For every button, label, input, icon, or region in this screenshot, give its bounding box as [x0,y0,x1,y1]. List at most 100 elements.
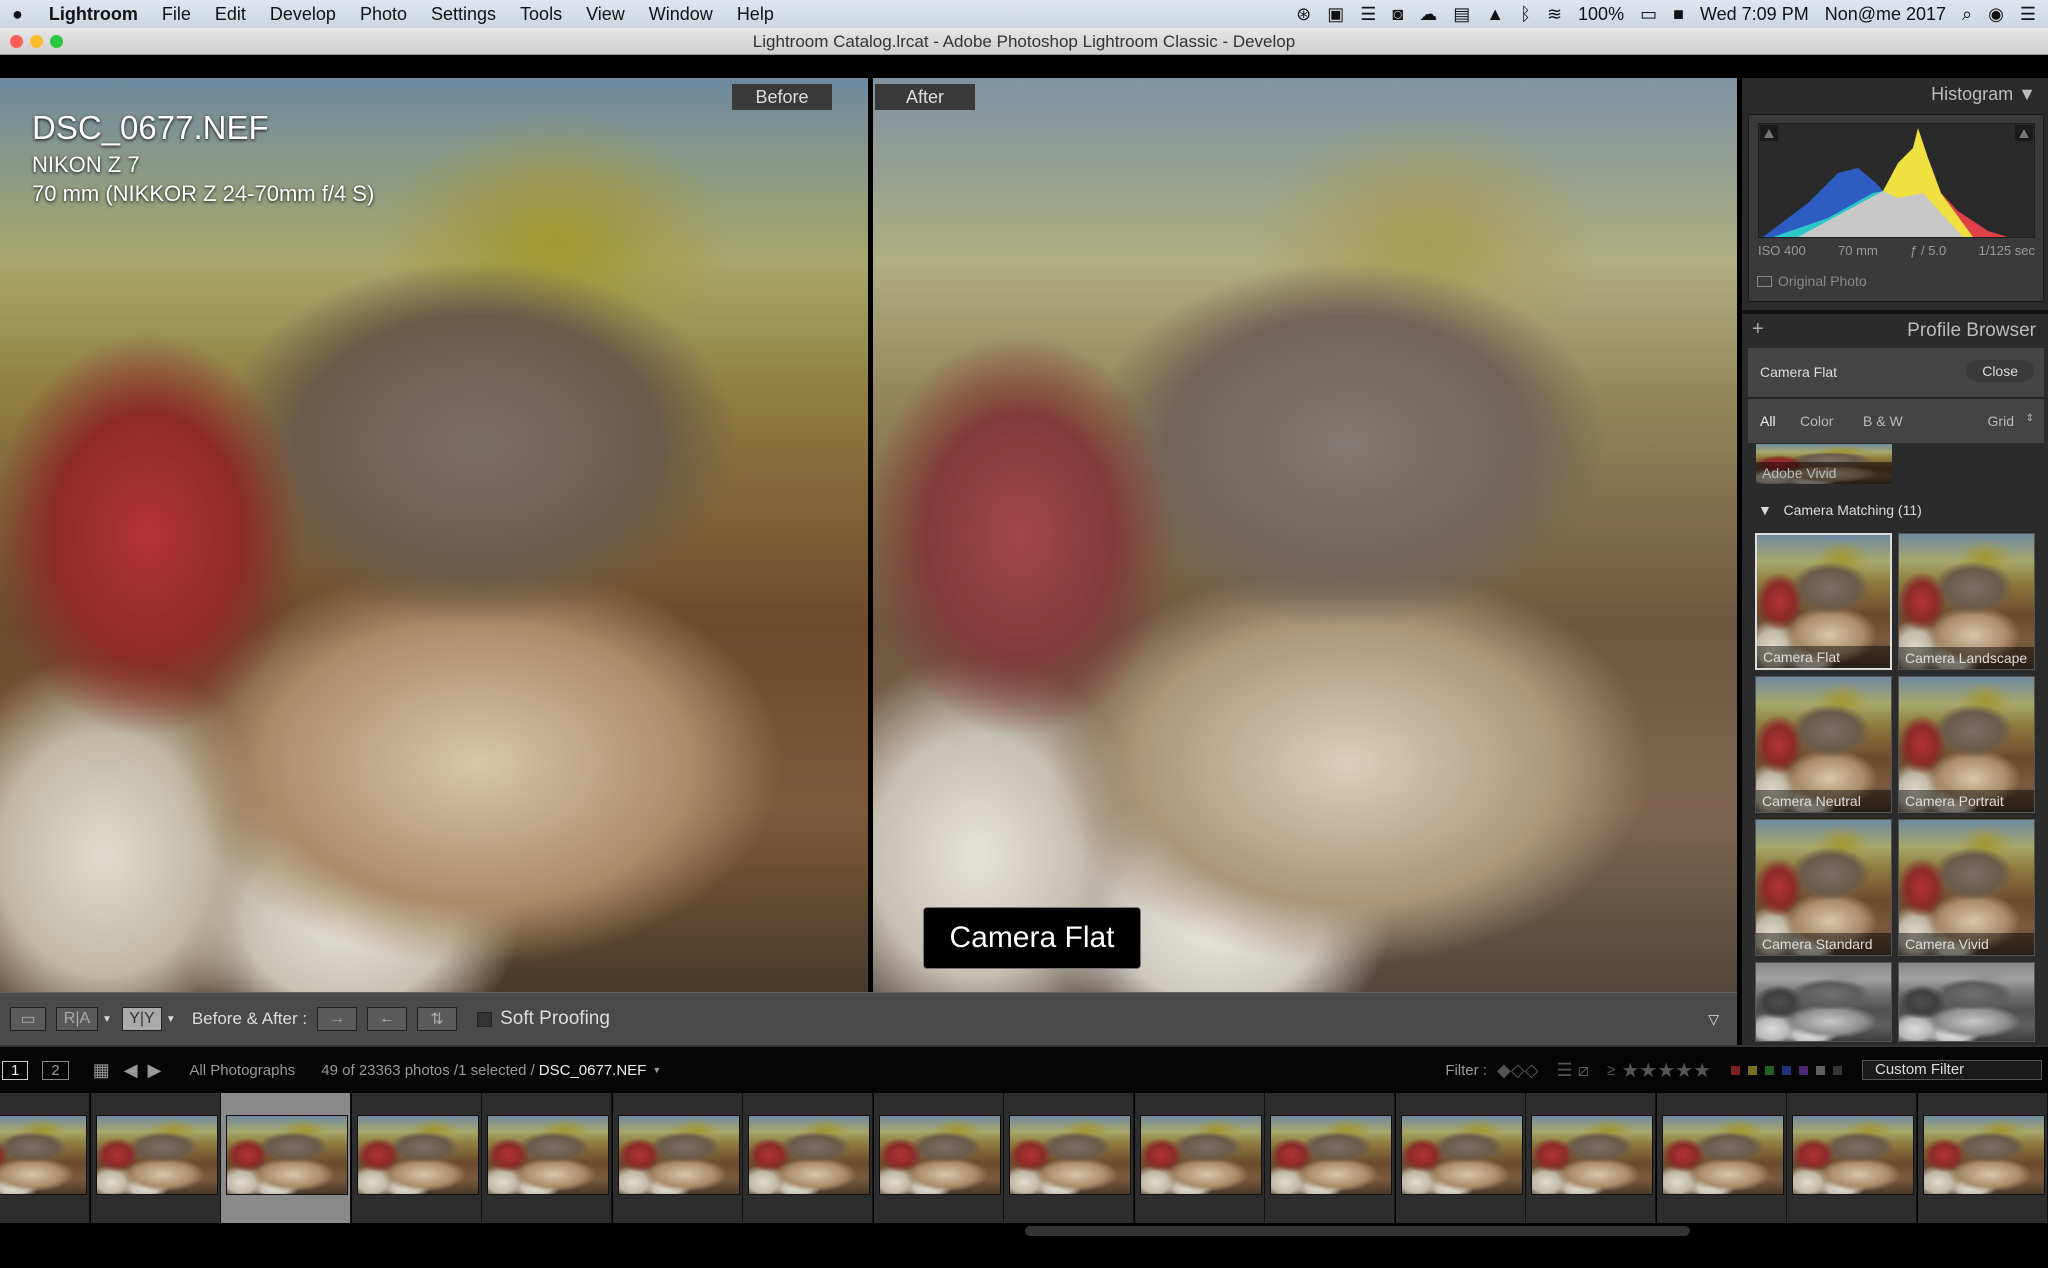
tab-all[interactable]: All [1760,413,1776,429]
user-name[interactable]: Non@me 2017 [1825,4,1946,25]
apple-icon[interactable]: ● [12,4,23,25]
menu-app[interactable]: Lightroom [49,4,138,25]
filmstrip-thumbnail[interactable] [0,1115,87,1195]
vist-icon[interactable]: ■ [1673,4,1684,25]
wifi-icon[interactable]: ≋ [1547,4,1562,25]
search-icon[interactable]: ⌕ [1962,4,1972,25]
creative-cloud-icon[interactable]: ⊛ [1296,4,1311,25]
histogram-header[interactable]: Histogram ▼ [1742,84,2048,105]
notification-icon[interactable]: ☰ [2020,4,2036,25]
filmstrip-thumbnail[interactable] [1531,1115,1653,1195]
profile-thumb[interactable] [1755,962,1892,1042]
source-label[interactable]: All Photographs [189,1062,295,1079]
color-label-filter[interactable] [1799,1065,1808,1075]
menu-settings[interactable]: Settings [431,4,496,25]
flag-filter-icons[interactable]: ◆◇◇ [1497,1060,1539,1081]
camera-icon[interactable]: ◙ [1392,4,1403,25]
filmstrip-filename[interactable]: DSC_0677.NEF [539,1062,647,1079]
clock[interactable]: Wed 7:09 PM [1700,4,1809,25]
swap-before-after-button[interactable]: ⇅ [417,1007,458,1031]
filmstrip-thumbnail[interactable] [487,1115,609,1195]
filmstrip-thumbnail[interactable] [1792,1115,1914,1195]
bluetooth-icon[interactable]: ᛒ [1520,4,1531,25]
chevron-down-icon[interactable]: ▼ [102,1014,112,1025]
close-window-button[interactable] [10,35,23,48]
updown-icon[interactable]: ⇕ [2026,413,2034,424]
add-profile-icon[interactable]: + [1752,318,1764,341]
copy-before-to-after-button[interactable]: → [317,1007,358,1031]
filmstrip-scrollbar[interactable] [1025,1226,1690,1236]
color-label-filter[interactable] [1816,1065,1825,1075]
zoom-window-button[interactable] [50,35,63,48]
chevron-down-icon[interactable]: ▼ [166,1014,176,1025]
minimize-window-button[interactable] [30,35,43,48]
profile-thumb[interactable]: Camera Flat [1755,533,1892,670]
menu-help[interactable]: Help [737,4,774,25]
filmstrip-thumbnail[interactable] [1922,1115,2045,1195]
profile-thumb[interactable]: Camera Landscape [1898,533,2035,670]
battery-percent[interactable]: 100% [1578,4,1624,25]
second-window-button[interactable]: 2 [42,1060,69,1080]
filmstrip-thumbnail[interactable] [1009,1115,1131,1195]
filmstrip-thumbnail[interactable] [226,1115,348,1195]
menu-photo[interactable]: Photo [360,4,407,25]
filmstrip-thumbnail[interactable] [1139,1115,1262,1195]
close-profile-browser-button[interactable]: Close [1966,360,2034,382]
menu-develop[interactable]: Develop [270,4,336,25]
before-after-left-right-button[interactable]: R|A [56,1007,98,1031]
before-image[interactable]: Before DSC_0677.NEF NIKON Z 7 70 mm (NIK… [0,78,868,992]
soft-proofing-checkbox[interactable] [477,1011,493,1027]
menu-tools[interactable]: Tools [520,4,562,25]
menu-window[interactable]: Window [649,4,713,25]
menu-view[interactable]: View [586,4,625,25]
toolbar-menu-chevron-icon[interactable]: ▽ [1708,1011,1719,1028]
forward-arrow-icon[interactable]: ▶ [148,1060,162,1081]
menu-edit[interactable]: Edit [215,4,246,25]
view-mode-select[interactable]: Grid [1988,413,2014,429]
color-label-filter[interactable] [1782,1065,1791,1075]
cloud-icon[interactable]: ☁ [1419,4,1437,25]
profile-thumb[interactable]: Camera Vivid [1898,819,2035,956]
profile-group-camera-matching[interactable]: ▼ Camera Matching (11) [1758,502,1922,518]
battery-icon[interactable]: ▭ [1640,4,1657,25]
edit-filter-icons[interactable]: ☰ ⧄ [1557,1060,1590,1081]
before-after-split-button[interactable]: Y|Y [121,1007,162,1031]
filmstrip-thumbnail[interactable] [617,1115,740,1195]
filmstrip-thumbnail[interactable] [1400,1115,1523,1195]
copy-after-to-before-button[interactable]: ← [367,1007,408,1031]
filmstrip-thumbnail[interactable] [1661,1115,1784,1195]
profile-thumb[interactable]: Camera Standard [1755,819,1892,956]
profile-thumb[interactable]: Camera Neutral [1755,676,1892,813]
filmstrip-thumbnail[interactable] [878,1115,1001,1195]
original-photo-checkbox[interactable] [1757,275,1772,287]
filter-preset-select[interactable]: Custom Filter [1862,1060,2042,1080]
filmstrip-thumbnail[interactable] [1270,1115,1392,1195]
display-icon[interactable]: ▣ [1327,4,1344,25]
color-label-filter[interactable] [1833,1065,1842,1075]
histogram-chart[interactable] [1758,123,2035,238]
airplay-icon[interactable]: ▲ [1486,4,1504,25]
tab-color[interactable]: Color [1800,413,1833,429]
loupe-view-button[interactable]: ▭ [10,1007,46,1031]
color-label-filter[interactable] [1748,1065,1757,1075]
back-arrow-icon[interactable]: ◀ [124,1060,138,1081]
chevron-down-icon[interactable]: ▼ [652,1065,661,1075]
tab-bw[interactable]: B & W [1863,413,1903,429]
siri-icon[interactable]: ◉ [1988,4,2004,25]
monitor-icon[interactable]: ▤ [1453,4,1470,25]
filmstrip-thumbnail[interactable] [356,1115,479,1195]
profile-thumb[interactable]: Camera Portrait [1898,676,2035,813]
main-window-button[interactable]: 1 [2,1060,29,1080]
filmstrip-thumbnail[interactable] [748,1115,870,1195]
after-image[interactable] [873,78,1737,992]
star-rating-filter[interactable]: ★★★★★ [1621,1058,1711,1083]
profile-thumb[interactable] [1898,962,2035,1042]
color-label-filter[interactable] [1731,1065,1740,1075]
color-label-filter[interactable] [1765,1065,1774,1075]
filmstrip-thumbnail[interactable] [95,1115,218,1195]
collapse-triangle-icon[interactable]: ▼ [2018,84,2036,104]
profile-thumb-adobe-vivid[interactable]: Adobe Vivid [1756,444,1892,484]
drive-icon[interactable]: ☰ [1360,4,1376,25]
rating-operator[interactable]: ≥ [1607,1062,1615,1079]
grid-view-icon[interactable]: ▦ [93,1060,110,1081]
